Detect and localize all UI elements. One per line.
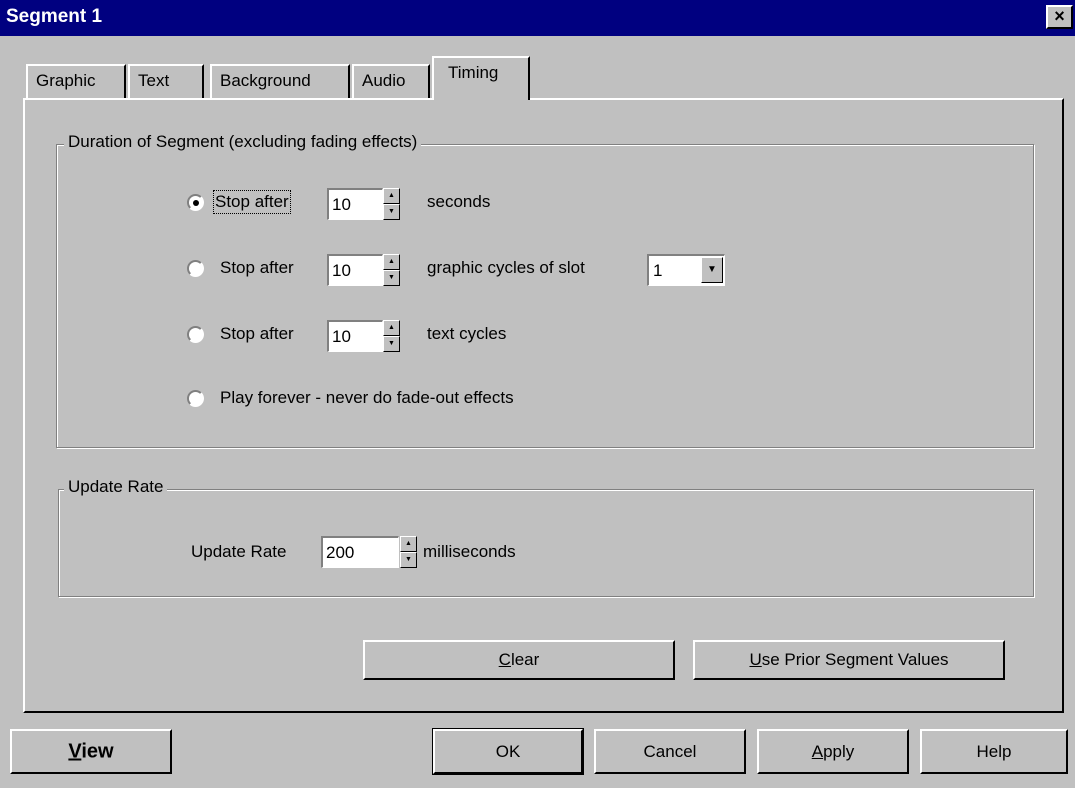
timing-panel: Duration of Segment (excluding fading ef… — [23, 98, 1064, 713]
use-prior-segment-values-button[interactable]: Use Prior Segment Values — [693, 640, 1005, 680]
prior-mnemonic: U — [749, 650, 762, 669]
update-rate-group-legend: Update Rate — [64, 477, 168, 497]
tab-graphic[interactable]: Graphic — [26, 64, 126, 98]
clear-mnemonic: C — [498, 650, 511, 669]
spin-down-icon[interactable]: ▼ — [383, 270, 400, 286]
close-button[interactable]: × — [1046, 5, 1073, 29]
prior-rest: se Prior Segment Values — [761, 650, 949, 669]
help-label: Help — [976, 741, 1012, 761]
tab-text[interactable]: Text — [128, 64, 204, 98]
radio-stop-after-text-cycles[interactable] — [187, 326, 204, 343]
tab-timing[interactable]: Timing — [432, 56, 530, 100]
ok-button[interactable]: OK — [432, 728, 584, 775]
view-button[interactable]: View — [10, 729, 172, 774]
play-forever-label: Play forever - never do fade-out effects — [220, 388, 514, 407]
view-mnemonic: V — [68, 740, 82, 762]
seconds-suffix-label: seconds — [427, 192, 491, 211]
tab-audio[interactable]: Audio — [352, 64, 430, 98]
stop-after-text-label: Stop after — [220, 324, 294, 343]
slot-dropdown-value: 1 — [653, 261, 663, 280]
spin-up-icon[interactable]: ▲ — [383, 320, 400, 336]
tab-background-label: Background — [220, 71, 311, 90]
graphic-cycles-input[interactable]: 10 — [327, 254, 383, 286]
apply-button[interactable]: Apply — [757, 729, 909, 774]
tab-text-label: Text — [138, 71, 170, 90]
cancel-button[interactable]: Cancel — [594, 729, 746, 774]
update-rate-label: Update Rate — [191, 542, 287, 561]
spin-up-icon[interactable]: ▲ — [383, 254, 400, 270]
apply-rest: pply — [823, 741, 855, 761]
close-icon: × — [1054, 6, 1065, 26]
help-button[interactable]: Help — [920, 729, 1068, 774]
spin-down-icon[interactable]: ▼ — [400, 552, 417, 568]
radio-play-forever[interactable] — [187, 390, 204, 407]
slot-dropdown[interactable]: 1 ▼ — [647, 254, 725, 286]
title-bar: Segment 1 × — [0, 0, 1075, 36]
spin-down-icon[interactable]: ▼ — [383, 336, 400, 352]
duration-group-legend: Duration of Segment (excluding fading ef… — [64, 132, 422, 152]
cancel-label: Cancel — [643, 741, 697, 761]
spin-up-icon[interactable]: ▲ — [400, 536, 417, 552]
milliseconds-suffix-label: milliseconds — [423, 542, 516, 561]
update-rate-spinner[interactable]: ▲ ▼ — [400, 536, 417, 568]
tab-timing-label: Timing — [448, 63, 499, 82]
apply-mnemonic: A — [811, 741, 824, 761]
tab-background[interactable]: Background — [210, 64, 350, 98]
clear-rest: lear — [510, 650, 540, 669]
window-title: Segment 1 — [6, 6, 103, 27]
view-rest: iew — [81, 740, 114, 762]
chevron-down-icon[interactable]: ▼ — [701, 257, 723, 283]
text-cycles-suffix-label: text cycles — [427, 324, 507, 343]
graphic-cycles-suffix-label: graphic cycles of slot — [427, 258, 585, 277]
update-rate-input[interactable]: 200 — [321, 536, 399, 568]
clear-button[interactable]: Clear — [363, 640, 675, 680]
radio-selected-dot — [193, 200, 199, 206]
graphic-cycles-spinner[interactable]: ▲ ▼ — [383, 254, 400, 286]
radio-stop-after-seconds[interactable] — [187, 194, 204, 211]
stop-after-graphic-label: Stop after — [220, 258, 294, 277]
spin-down-icon[interactable]: ▼ — [383, 204, 400, 220]
seconds-input[interactable]: 10 — [327, 188, 383, 220]
stop-after-seconds-label: Stop after — [213, 190, 291, 214]
text-cycles-spinner[interactable]: ▲ ▼ — [383, 320, 400, 352]
tab-audio-label: Audio — [362, 71, 406, 90]
radio-stop-after-graphic-cycles[interactable] — [187, 260, 204, 277]
ok-label: OK — [495, 741, 521, 761]
spin-up-icon[interactable]: ▲ — [383, 188, 400, 204]
tab-graphic-label: Graphic — [36, 71, 96, 90]
text-cycles-input[interactable]: 10 — [327, 320, 383, 352]
seconds-spinner[interactable]: ▲ ▼ — [383, 188, 400, 220]
